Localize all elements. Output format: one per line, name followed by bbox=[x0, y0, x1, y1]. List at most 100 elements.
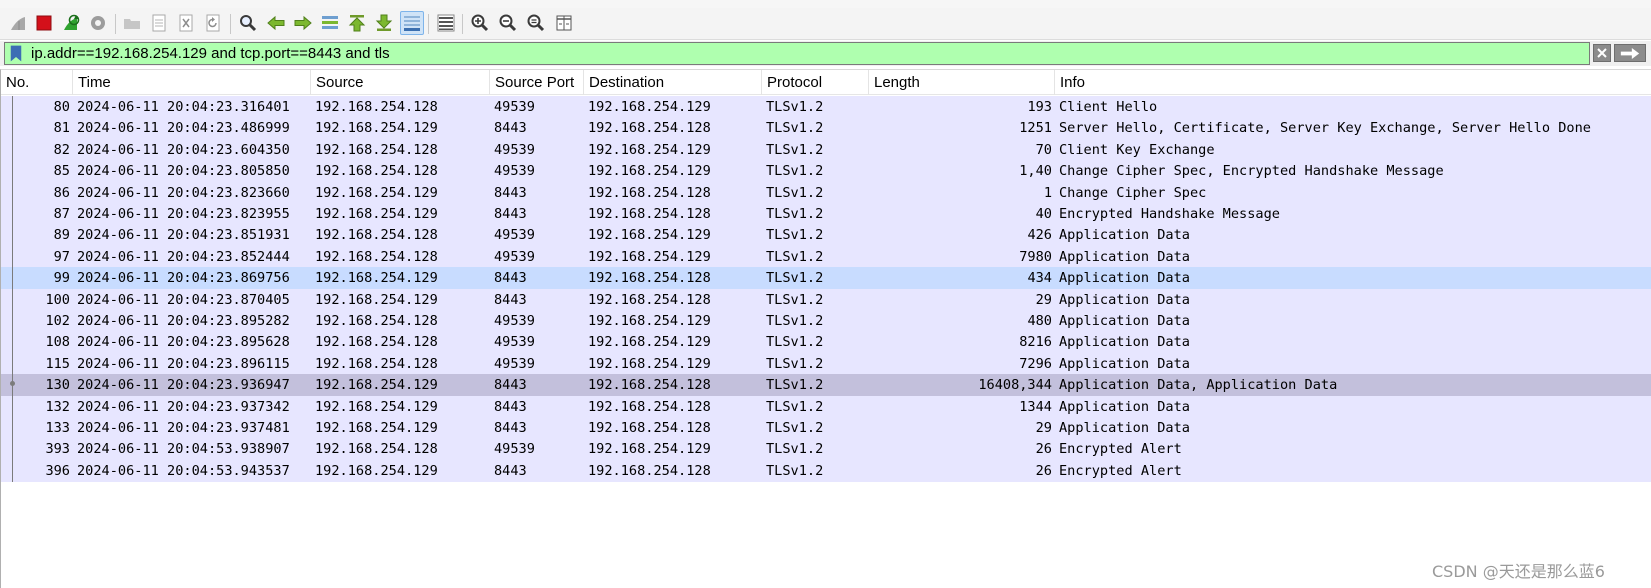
cell-time: 2024-06-11 20:04:23.823955 bbox=[77, 206, 290, 222]
back-arrow-icon[interactable] bbox=[264, 11, 288, 35]
cell-destination: 192.168.254.129 bbox=[588, 248, 711, 265]
display-filter-bar bbox=[0, 41, 1651, 66]
cell-destination: 192.168.254.129 bbox=[588, 99, 711, 115]
zoom-in-icon[interactable] bbox=[468, 11, 492, 35]
cell-source: 192.168.254.128 bbox=[315, 248, 438, 265]
cell-source: 192.168.254.128 bbox=[315, 163, 438, 180]
cell-source: 192.168.254.129 bbox=[315, 462, 438, 479]
cell-source: 192.168.254.128 bbox=[315, 334, 438, 351]
column-header-source[interactable]: Source bbox=[311, 70, 490, 95]
packet-row[interactable]: 80 2024-06-11 20:04:23.316401 192.168.254.… bbox=[1, 96, 1651, 119]
column-header-no[interactable]: No. bbox=[1, 70, 73, 95]
cell-protocol: TLSv1.2 bbox=[766, 462, 824, 479]
column-header-source-port[interactable]: Source Port bbox=[490, 70, 584, 95]
packet-row[interactable]: 99 2024-06-11 20:04:23.869756 192.168.254.… bbox=[1, 267, 1651, 290]
packet-row[interactable]: 89 2024-06-11 20:04:23.851931 192.168.254.… bbox=[1, 224, 1651, 247]
cell-time: 2024-06-11 20:04:23.851931 bbox=[77, 227, 290, 244]
cell-length: 1,40 bbox=[1019, 163, 1052, 180]
packet-row[interactable]: 130 2024-06-11 20:04:23.936947 192.168.254… bbox=[1, 374, 1651, 397]
packet-row[interactable]: 82 2024-06-11 20:04:23.604350 192.168.254.… bbox=[1, 138, 1651, 162]
zoom-reset-icon[interactable] bbox=[524, 11, 548, 35]
cell-source: 192.168.254.129 bbox=[315, 291, 438, 308]
column-header-protocol[interactable]: Protocol bbox=[762, 70, 869, 95]
cell-source-port: 8443 bbox=[494, 120, 527, 137]
packet-list[interactable]: No. Time Source Source Port Destination … bbox=[0, 69, 1651, 588]
cell-source-port: 49539 bbox=[494, 313, 535, 329]
packet-row[interactable]: 87 2024-06-11 20:04:23.823955 192.168.254.… bbox=[1, 203, 1651, 226]
column-header-destination[interactable]: Destination bbox=[584, 70, 762, 95]
packet-row[interactable]: 81 2024-06-11 20:04:23.486999 192.168.254.… bbox=[1, 117, 1651, 140]
packet-row[interactable]: 86 2024-06-11 20:04:23.823660 192.168.254.… bbox=[1, 181, 1651, 204]
packet-list-header: No. Time Source Source Port Destination … bbox=[1, 70, 1651, 95]
bookmark-icon[interactable] bbox=[8, 45, 24, 62]
options-gear-icon[interactable] bbox=[86, 11, 110, 35]
cell-source-port: 49539 bbox=[494, 248, 535, 265]
packet-row[interactable]: 132 2024-06-11 20:04:23.937342 192.168.254… bbox=[1, 395, 1651, 418]
cell-destination: 192.168.254.129 bbox=[588, 355, 711, 372]
packet-row[interactable]: 133 2024-06-11 20:04:23.937481 192.168.254… bbox=[1, 417, 1651, 440]
go-to-packet-icon[interactable] bbox=[318, 11, 342, 35]
restart-icon[interactable] bbox=[59, 11, 83, 35]
packet-row[interactable]: 115 2024-06-11 20:04:23.896115 192.168.254… bbox=[1, 352, 1651, 376]
cell-length: 1 bbox=[1043, 184, 1052, 201]
cell-protocol: TLSv1.2 bbox=[766, 398, 824, 415]
stop-icon[interactable] bbox=[32, 11, 56, 35]
cell-destination: 192.168.254.128 bbox=[588, 462, 711, 479]
cell-length: 1344 bbox=[1019, 398, 1052, 415]
display-filter-input[interactable] bbox=[31, 43, 1581, 64]
reload-icon[interactable] bbox=[201, 11, 225, 35]
main-toolbar bbox=[0, 8, 1651, 40]
toolbar-separator bbox=[115, 14, 116, 34]
cell-time: 2024-06-11 20:04:23.937481 bbox=[77, 420, 290, 436]
save-file-icon[interactable] bbox=[147, 11, 171, 35]
cell-length: 480 bbox=[1027, 313, 1052, 329]
cell-info: Server Hello, Certificate, Server Key Ex… bbox=[1059, 120, 1591, 137]
autoscroll-icon[interactable] bbox=[400, 11, 424, 35]
packet-row[interactable]: 85 2024-06-11 20:04:23.805850 192.168.254.… bbox=[1, 160, 1651, 183]
cell-source-port: 8443 bbox=[494, 462, 527, 479]
packet-row[interactable]: 97 2024-06-11 20:04:23.852444 192.168.254.… bbox=[1, 245, 1651, 269]
cell-source: 192.168.254.129 bbox=[315, 184, 438, 201]
apply-filter-button[interactable] bbox=[1614, 44, 1646, 62]
last-packet-icon[interactable] bbox=[372, 11, 396, 35]
toolbar-separator bbox=[428, 14, 429, 34]
packet-row[interactable]: 396 2024-06-11 20:04:53.943537 192.168.254… bbox=[1, 459, 1651, 483]
resize-columns-icon[interactable] bbox=[552, 11, 576, 35]
cell-source: 192.168.254.128 bbox=[315, 141, 438, 158]
cell-length: 26 bbox=[1035, 462, 1052, 479]
packet-row[interactable]: 393 2024-06-11 20:04:53.938907 192.168.254… bbox=[1, 438, 1651, 461]
first-packet-icon[interactable] bbox=[345, 11, 369, 35]
open-folder-icon[interactable] bbox=[120, 11, 144, 35]
cell-source-port: 49539 bbox=[494, 163, 535, 180]
column-header-time[interactable]: Time bbox=[73, 70, 311, 95]
cell-time: 2024-06-11 20:04:23.805850 bbox=[77, 163, 290, 180]
cell-protocol: TLSv1.2 bbox=[766, 377, 824, 394]
cell-length: 29 bbox=[1035, 420, 1052, 436]
menu-bar bbox=[0, 0, 1651, 8]
packet-row[interactable]: 102 2024-06-11 20:04:23.895282 192.168.254… bbox=[1, 310, 1651, 333]
cell-source: 192.168.254.128 bbox=[315, 355, 438, 372]
column-header-length[interactable]: Length bbox=[869, 70, 1055, 95]
cell-protocol: TLSv1.2 bbox=[766, 270, 824, 287]
colorize-icon[interactable] bbox=[434, 11, 458, 35]
cell-source-port: 8443 bbox=[494, 184, 527, 201]
cell-source-port: 8443 bbox=[494, 420, 527, 436]
cell-info: Application Data bbox=[1059, 270, 1190, 287]
cell-time: 2024-06-11 20:04:53.938907 bbox=[77, 441, 290, 458]
find-icon[interactable] bbox=[236, 11, 260, 35]
cell-source-port: 49539 bbox=[494, 441, 535, 458]
shark-fin-start-icon[interactable] bbox=[6, 11, 30, 35]
zoom-out-icon[interactable] bbox=[496, 11, 520, 35]
packet-row[interactable]: 108 2024-06-11 20:04:23.895628 192.168.254… bbox=[1, 331, 1651, 354]
cell-time: 2024-06-11 20:04:23.486999 bbox=[77, 120, 290, 137]
cell-destination: 192.168.254.128 bbox=[588, 420, 711, 436]
cell-source-port: 49539 bbox=[494, 99, 535, 115]
forward-arrow-icon[interactable] bbox=[291, 11, 315, 35]
column-header-info[interactable]: Info bbox=[1055, 70, 1651, 95]
close-file-icon[interactable] bbox=[174, 11, 198, 35]
cell-destination: 192.168.254.128 bbox=[588, 291, 711, 308]
cell-protocol: TLSv1.2 bbox=[766, 355, 824, 372]
packet-row[interactable]: 100 2024-06-11 20:04:23.870405 192.168.254… bbox=[1, 288, 1651, 311]
cell-length: 40 bbox=[1035, 206, 1052, 222]
clear-filter-button[interactable] bbox=[1593, 44, 1611, 62]
